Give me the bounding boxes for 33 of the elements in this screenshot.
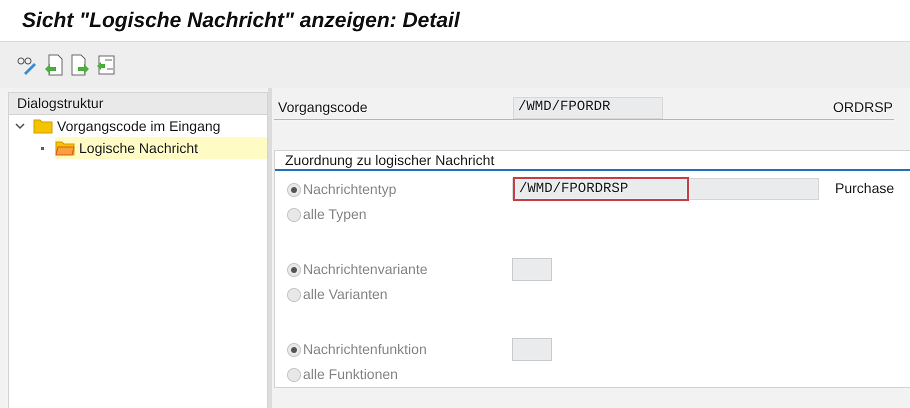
document-arrow-left-icon[interactable]: [44, 54, 64, 76]
field-description: ORDRSP: [833, 98, 893, 117]
highlight-frame: /WMD/FPORDRSP: [513, 177, 689, 201]
input-field[interactable]: [512, 338, 552, 361]
input-field[interactable]: /WMD/FPORDR: [513, 96, 663, 118]
group-title: Zuordnung zu logischer Nachricht: [285, 150, 494, 170]
window-title: Sicht "Logische Nachricht" anzeigen: Detail: [22, 8, 460, 34]
radio-button[interactable]: [287, 208, 301, 222]
field-description: Purchase: [835, 179, 894, 198]
folder-icon: [55, 140, 75, 156]
glasses-pencil-icon[interactable]: [16, 55, 38, 75]
tree-item[interactable]: Logische Nachricht: [55, 137, 267, 159]
radio-label: Nachrichtenfunktion: [303, 340, 427, 359]
radio-label: alle Typen: [303, 205, 367, 224]
radio-button[interactable]: [287, 342, 301, 356]
radio-button[interactable]: [287, 368, 301, 382]
document-list-icon[interactable]: [96, 54, 116, 76]
folder-icon: [33, 118, 53, 134]
radio-button[interactable]: [287, 288, 301, 302]
input-field[interactable]: [512, 258, 552, 281]
chevron-icon[interactable]: [15, 121, 25, 131]
document-arrow-right-icon[interactable]: [70, 54, 90, 76]
radio-label: alle Funktionen: [303, 365, 398, 384]
tree-item[interactable]: Vorgangscode im Eingang: [33, 115, 267, 137]
field-label: Vorgangscode: [277, 98, 369, 117]
radio-label: Nachrichtentyp: [303, 180, 396, 199]
radio-button[interactable]: [287, 182, 301, 196]
radio-button[interactable]: [287, 262, 301, 276]
input-field[interactable]: /WMD/FPORDRSP: [512, 178, 819, 200]
panel-header: Dialogstruktur: [17, 94, 104, 113]
radio-label: Nachrichtenvariante: [303, 260, 428, 279]
radio-label: alle Varianten: [303, 285, 388, 304]
bullet-icon: [40, 146, 44, 150]
